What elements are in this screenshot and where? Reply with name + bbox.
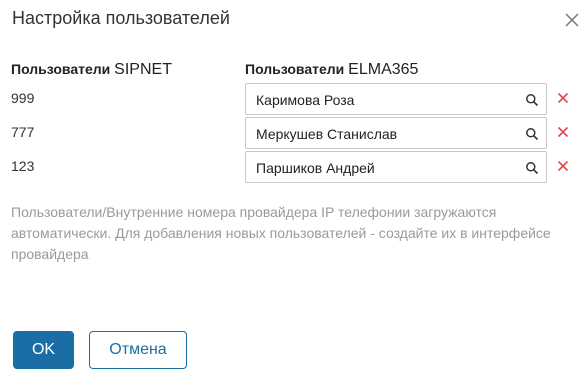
remove-icon[interactable] [556,125,570,139]
search-icon[interactable] [525,161,539,175]
remove-icon[interactable] [556,91,570,105]
search-icon[interactable] [525,93,539,107]
sipnet-number: 999 [11,90,35,106]
user-mapping-row: 777 Меркушев Станислав [0,117,588,151]
user-mapping-row: 999 Каримова Роза [0,83,588,117]
ok-button[interactable]: OK [13,331,74,369]
sipnet-users-header: Пользователи SIPNET [11,61,172,79]
elma-user-field[interactable]: Паршиков Андрей [245,151,547,183]
elma-user-value: Меркушев Станислав [256,126,398,142]
user-mapping-row: 123 Паршиков Андрей [0,151,588,185]
header-prefix: Пользователи [245,61,345,77]
search-icon[interactable] [525,127,539,141]
sipnet-number: 123 [11,158,35,174]
elma-user-value: Паршиков Андрей [256,160,375,176]
user-settings-dialog: Настройка пользователей Пользователи SIP… [0,0,588,381]
header-brand: ELMA365 [348,61,419,78]
cancel-button[interactable]: Отмена [89,331,187,369]
elma-users-header: Пользователи ELMA365 [245,61,418,79]
sipnet-number: 777 [11,124,35,140]
remove-icon[interactable] [556,159,570,173]
close-icon[interactable] [560,8,584,32]
header-prefix: Пользователи [11,61,111,77]
info-hint: Пользователи/Внутренние номера провайдер… [11,204,551,262]
elma-user-field[interactable]: Меркушев Станислав [245,117,547,149]
elma-user-value: Каримова Роза [256,92,355,108]
dialog-title: Настройка пользователей [12,8,230,28]
elma-user-field[interactable]: Каримова Роза [245,83,547,115]
header-brand: SIPNET [114,61,172,78]
